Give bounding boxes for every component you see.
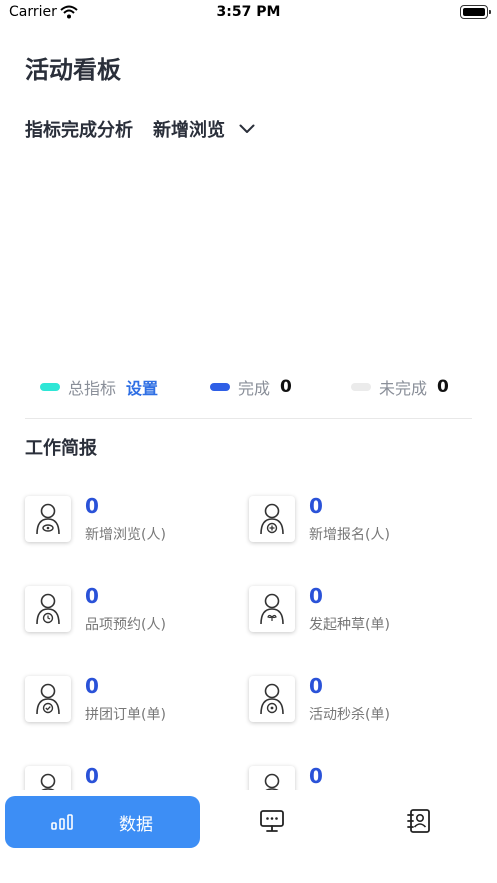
legend-swatch-total [40,383,60,391]
set-target-link[interactable]: 设置 [126,375,158,399]
indicator-chart-area [25,152,472,362]
tab-bar: 数据 [0,790,497,883]
indicator-section-label: 指标完成分析 [25,120,133,141]
report-item-value: 0 [85,584,99,608]
legend-label-total: 总指标 [68,379,117,398]
report-item-value: 0 [309,494,323,518]
report-item[interactable]: 0 拼团订单(单) [25,660,245,730]
bar-chart-icon [51,814,73,830]
section-divider [25,418,472,419]
report-item[interactable]: 0 发起种草(单) [249,570,469,640]
battery-icon [460,5,491,19]
user-flash-icon [249,676,295,722]
user-icon [25,766,71,790]
indicator-header: 指标完成分析 新增浏览 [25,116,255,142]
chevron-down-icon [239,124,255,133]
user-sprout-icon [249,586,295,632]
user-check-icon [25,676,71,722]
user-icon [249,766,295,790]
report-item-value: 0 [85,674,99,698]
report-item-value: 0 [309,764,323,788]
legend-value-done: 0 [280,377,292,397]
report-item-value: 0 [309,674,323,698]
legend-item-undone: 未完成 0 [351,374,449,400]
user-plus-icon [249,496,295,542]
report-item[interactable]: 0 新增浏览(人) [25,480,245,550]
report-item-label: 品项预约(人) [85,617,166,633]
legend-swatch-done [210,383,230,391]
report-item[interactable]: 0 [249,750,469,790]
report-item-label: 新增浏览(人) [85,527,166,543]
report-item-value: 0 [85,494,99,518]
report-item-value: 0 [309,584,323,608]
report-item-label: 活动秒杀(单) [309,707,390,723]
metric-dropdown-value: 新增浏览 [153,120,225,141]
status-bar: Carrier 3:57 PM [0,0,497,26]
page-title: 活动看板 [25,56,121,84]
user-clock-icon [25,586,71,632]
monitor-chat-icon[interactable] [259,808,285,834]
report-item-value: 0 [85,764,99,788]
legend-item-total: 总指标 设置 [40,374,158,400]
report-item-label: 新增报名(人) [309,527,390,543]
report-section-title: 工作简报 [25,438,97,459]
user-eye-icon [25,496,71,542]
chart-legend: 总指标 设置 完成 0 未完成 0 [25,374,472,400]
legend-label-undone: 未完成 [379,379,428,398]
tab-data[interactable]: 数据 [5,796,200,848]
contact-book-icon[interactable] [406,808,432,834]
legend-label-done: 完成 [238,379,271,398]
clock: 3:57 PM [216,4,281,20]
report-item[interactable]: 0 新增报名(人) [249,480,469,550]
report-item[interactable]: 0 品项预约(人) [25,570,245,640]
legend-value-undone: 0 [437,377,449,397]
report-item[interactable]: 0 [25,750,245,790]
legend-item-done: 完成 0 [210,374,292,400]
report-item[interactable]: 0 活动秒杀(单) [249,660,469,730]
report-scroll-area[interactable]: 0 新增浏览(人) 0 新增报名(人) 0 品项预约(人) 0 发起种草(单) 0 拼团订单(单)… [0,480,497,790]
metric-dropdown[interactable]: 新增浏览 [153,116,255,142]
tab-data-label: 数据 [119,814,153,835]
report-item-label: 发起种草(单) [309,617,390,633]
legend-swatch-undone [351,383,371,391]
report-item-label: 拼团订单(单) [85,707,166,723]
